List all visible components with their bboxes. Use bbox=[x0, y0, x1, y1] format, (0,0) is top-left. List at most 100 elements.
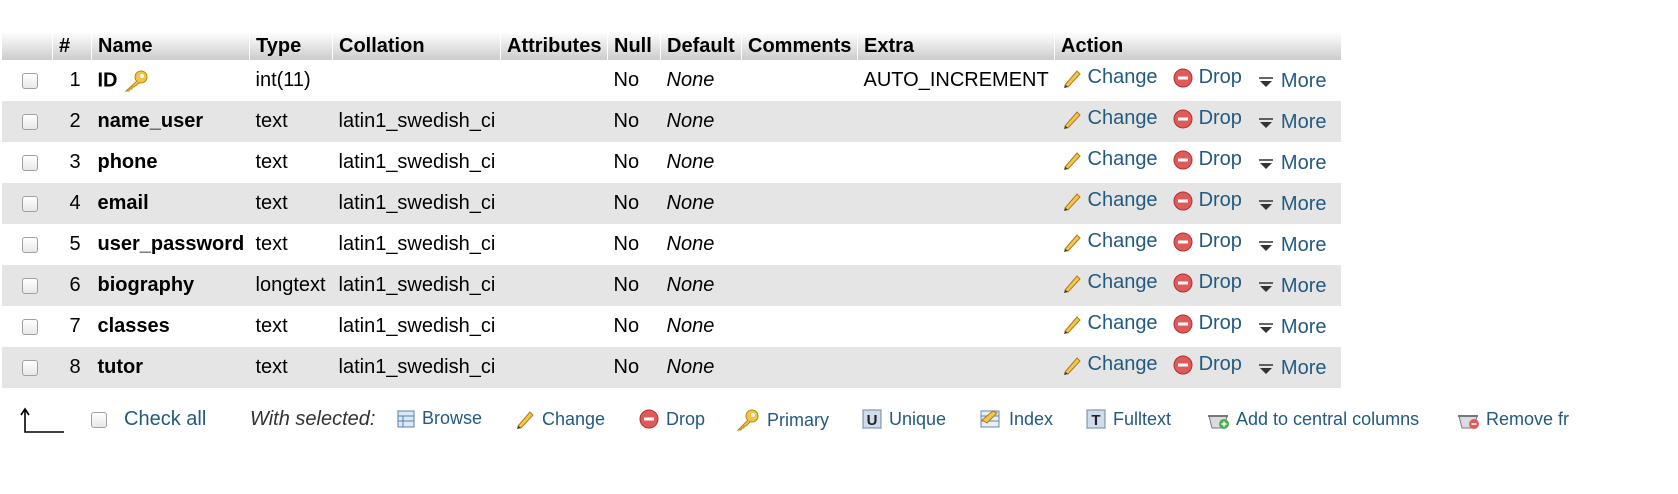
field-name[interactable]: user_password bbox=[98, 233, 245, 255]
field-null: No bbox=[607, 101, 661, 142]
field-extra bbox=[857, 306, 1055, 347]
drop-button[interactable]: Drop bbox=[1172, 107, 1242, 130]
change-button[interactable]: Change bbox=[1061, 148, 1158, 171]
bulk-index-button[interactable]: Index bbox=[979, 408, 1053, 430]
header-extra[interactable]: Extra bbox=[857, 32, 1055, 60]
field-name-cell: email bbox=[91, 183, 250, 224]
drop-button[interactable]: Drop bbox=[1172, 66, 1242, 89]
field-name[interactable]: phone bbox=[98, 151, 158, 173]
header-null[interactable]: Null bbox=[607, 32, 661, 60]
bulk-unique-button[interactable]: U Unique bbox=[861, 408, 946, 430]
bulk-fulltext-button[interactable]: T Fulltext bbox=[1085, 408, 1171, 430]
drop-button[interactable]: Drop bbox=[1172, 230, 1242, 253]
more-button[interactable]: More bbox=[1256, 275, 1327, 298]
table-row[interactable]: 3 phone text latin1_swedish_ci No None Change D… bbox=[2, 142, 1341, 183]
header-type[interactable]: Type bbox=[249, 32, 333, 60]
field-name[interactable]: ID bbox=[98, 69, 118, 91]
row-checkbox[interactable] bbox=[22, 154, 39, 171]
more-button[interactable]: More bbox=[1256, 152, 1327, 175]
more-label: More bbox=[1280, 234, 1327, 257]
header-default[interactable]: Default bbox=[660, 32, 742, 60]
header-attributes[interactable]: Attributes bbox=[500, 32, 608, 60]
row-checkbox[interactable] bbox=[22, 318, 39, 335]
row-select-cell bbox=[2, 60, 53, 101]
change-button[interactable]: Change bbox=[1061, 271, 1158, 294]
change-button[interactable]: Change bbox=[1061, 66, 1158, 89]
drop-button[interactable]: Drop bbox=[1172, 189, 1242, 212]
drop-label: Drop bbox=[1198, 353, 1242, 376]
drop-button[interactable]: Drop bbox=[1172, 312, 1242, 335]
bulk-change-button[interactable]: Change bbox=[514, 408, 605, 430]
field-default: None bbox=[660, 306, 742, 347]
chevron-down-icon bbox=[1258, 77, 1273, 87]
row-checkbox[interactable] bbox=[22, 195, 39, 212]
field-null: No bbox=[607, 306, 661, 347]
row-select-cell bbox=[2, 183, 53, 224]
row-actions: Change Drop More bbox=[1054, 306, 1341, 347]
field-name-cell: ID bbox=[91, 60, 250, 101]
table-row[interactable]: 7 classes text latin1_swedish_ci No None Chang… bbox=[2, 306, 1341, 347]
field-comments bbox=[741, 306, 858, 347]
check-all-link[interactable]: Check all bbox=[124, 408, 206, 431]
field-null: No bbox=[607, 347, 661, 388]
drop-button[interactable]: Drop bbox=[1172, 353, 1242, 376]
table-row[interactable]: 8 tutor text latin1_swedish_ci No None Change D… bbox=[2, 347, 1341, 388]
field-name[interactable]: biography bbox=[98, 274, 195, 296]
bulk-remove-central-button[interactable]: Remove fr bbox=[1456, 408, 1569, 430]
check-all-checkbox[interactable] bbox=[91, 412, 107, 428]
header-select bbox=[2, 32, 53, 60]
more-button[interactable]: More bbox=[1256, 70, 1327, 93]
more-button[interactable]: More bbox=[1256, 357, 1327, 380]
more-button[interactable]: More bbox=[1256, 193, 1327, 216]
field-name[interactable]: name_user bbox=[98, 110, 204, 132]
drop-button[interactable]: Drop bbox=[1172, 148, 1242, 171]
row-checkbox[interactable] bbox=[22, 113, 39, 130]
change-button[interactable]: Change bbox=[1061, 107, 1158, 130]
bulk-primary-label: Primary bbox=[767, 409, 829, 430]
more-button[interactable]: More bbox=[1256, 316, 1327, 339]
more-button[interactable]: More bbox=[1256, 234, 1327, 257]
change-button[interactable]: Change bbox=[1061, 353, 1158, 376]
header-comments[interactable]: Comments bbox=[741, 32, 858, 60]
change-button[interactable]: Change bbox=[1061, 230, 1158, 253]
chevron-down-icon bbox=[1258, 364, 1273, 374]
row-checkbox[interactable] bbox=[22, 236, 39, 253]
header-name[interactable]: Name bbox=[91, 32, 250, 60]
table-row[interactable]: 6 biography longtext latin1_swedish_ci No Non… bbox=[2, 265, 1341, 306]
table-row[interactable]: 2 name_user text latin1_swedish_ci No None Cha… bbox=[2, 101, 1341, 142]
drop-button[interactable]: Drop bbox=[1172, 271, 1242, 294]
change-label: Change bbox=[1087, 66, 1158, 89]
chevron-down-icon bbox=[1258, 118, 1273, 128]
field-name[interactable]: tutor bbox=[98, 356, 144, 378]
bulk-add-central-button[interactable]: Add to central columns bbox=[1206, 408, 1419, 430]
field-name[interactable]: classes bbox=[98, 315, 170, 337]
table-row[interactable]: 4 email text latin1_swedish_ci No None Change D… bbox=[2, 183, 1341, 224]
more-button[interactable]: More bbox=[1256, 111, 1327, 134]
more-label: More bbox=[1280, 316, 1327, 339]
field-attributes bbox=[500, 306, 608, 347]
drop-icon bbox=[639, 409, 659, 429]
header-action: Action bbox=[1054, 32, 1341, 60]
table-row[interactable]: 1 ID int(11) No None AUTO_INCREMENT Change Drop… bbox=[2, 60, 1341, 101]
bulk-primary-button[interactable]: Primary bbox=[735, 408, 829, 432]
drop-label: Drop bbox=[1198, 230, 1242, 253]
bulk-browse-label: Browse bbox=[422, 408, 483, 428]
bulk-browse-button[interactable]: Browse bbox=[396, 408, 482, 429]
drop-label: Drop bbox=[1198, 271, 1242, 294]
header-number[interactable]: # bbox=[52, 32, 92, 60]
row-checkbox[interactable] bbox=[22, 359, 39, 376]
change-button[interactable]: Change bbox=[1061, 312, 1158, 335]
bulk-drop-button[interactable]: Drop bbox=[638, 408, 705, 430]
field-name-cell: name_user bbox=[91, 101, 250, 142]
row-checkbox[interactable] bbox=[22, 277, 39, 294]
field-name[interactable]: email bbox=[98, 192, 149, 214]
more-label: More bbox=[1280, 111, 1327, 134]
fulltext-icon: T bbox=[1086, 409, 1106, 429]
change-button[interactable]: Change bbox=[1061, 189, 1158, 212]
header-collation[interactable]: Collation bbox=[332, 32, 501, 60]
row-checkbox[interactable] bbox=[22, 72, 39, 89]
drop-icon bbox=[1173, 150, 1193, 170]
chevron-down-icon bbox=[1258, 323, 1273, 333]
change-label: Change bbox=[1087, 189, 1158, 212]
table-row[interactable]: 5 user_password text latin1_swedish_ci No Non… bbox=[2, 224, 1341, 265]
